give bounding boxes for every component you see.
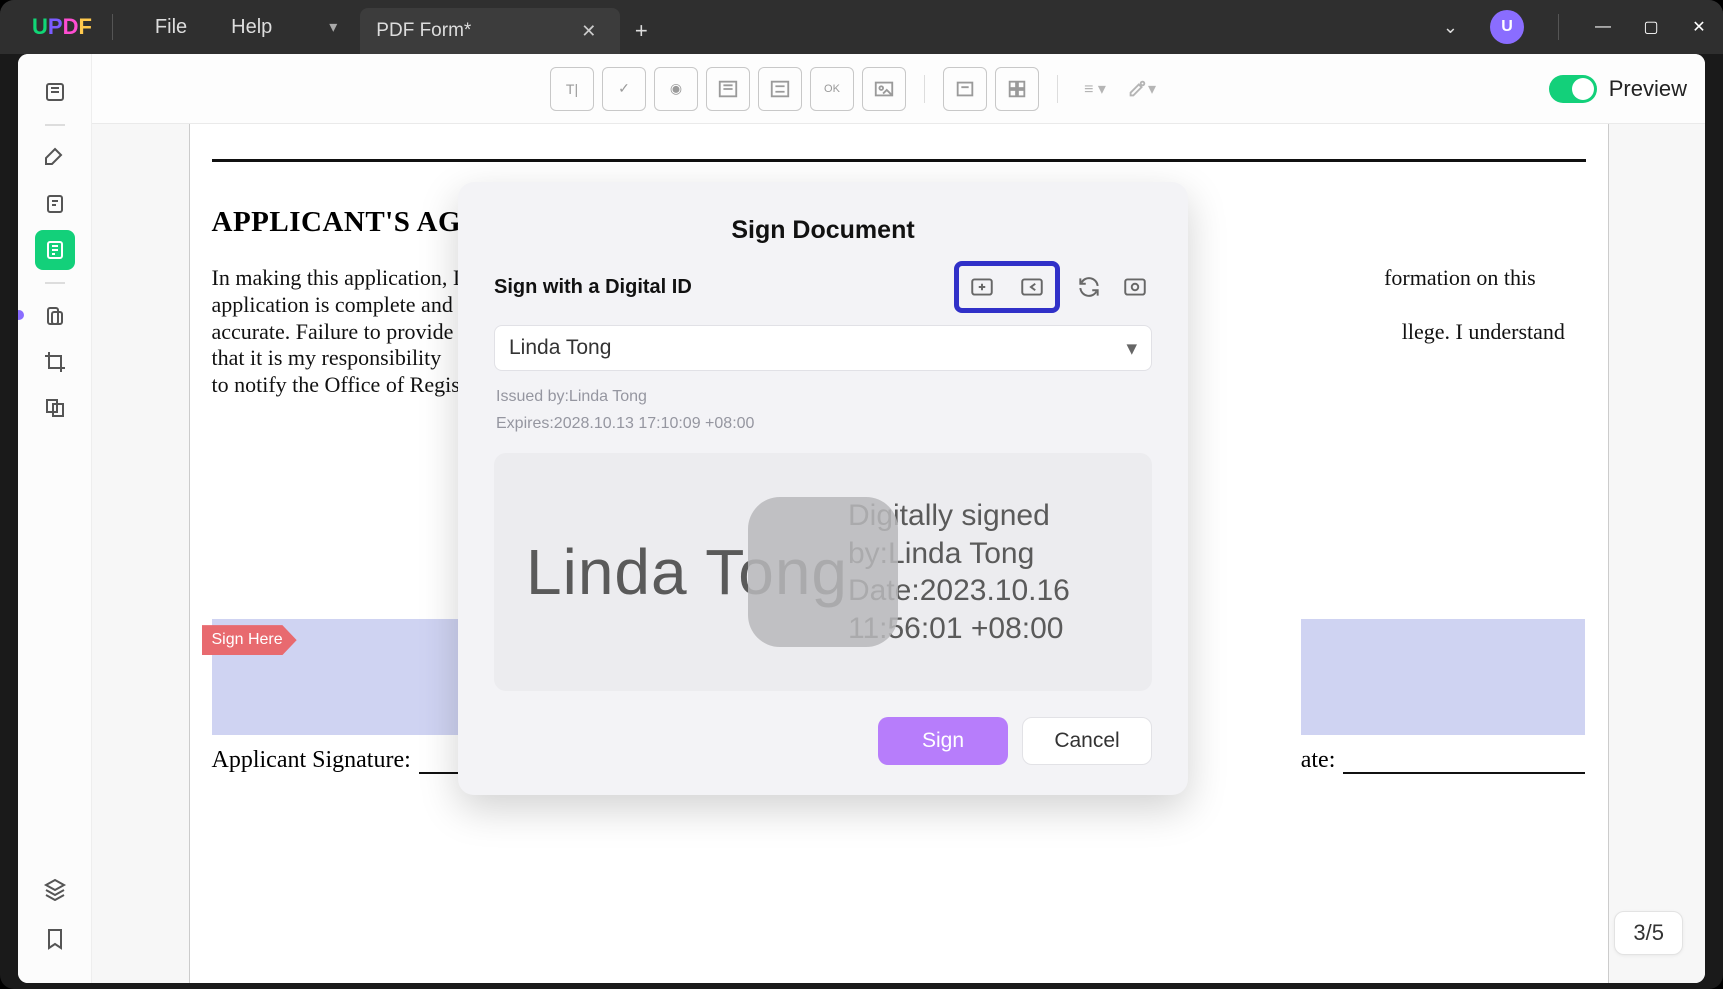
side-separator — [45, 124, 65, 126]
button-tool[interactable]: OK — [810, 67, 854, 111]
crop-icon[interactable] — [35, 342, 75, 382]
modal-subtitle: Sign with a Digital ID — [494, 276, 692, 299]
selected-id: Linda Tong — [509, 336, 611, 360]
layers-icon[interactable] — [35, 869, 75, 909]
tool-divider — [924, 75, 925, 103]
signature-line — [1343, 772, 1585, 774]
menu-help[interactable]: Help — [231, 16, 272, 39]
signature-preview: Linda Tong Digitally signed by:Linda Ton… — [494, 453, 1152, 691]
combo-tool[interactable] — [943, 67, 987, 111]
page-divider — [212, 124, 1586, 162]
import-id-icon[interactable] — [1015, 270, 1049, 304]
create-id-icon[interactable] — [965, 270, 999, 304]
digital-id-select[interactable]: Linda Tong — [494, 325, 1152, 371]
watermark-icon — [748, 497, 898, 647]
text-field-tool[interactable]: T| — [550, 67, 594, 111]
sign-here-badge: Sign Here — [202, 625, 297, 655]
side-separator — [45, 282, 65, 284]
modal-title: Sign Document — [494, 216, 1152, 245]
sign-button[interactable]: Sign — [878, 717, 1008, 765]
app-logo: UPDF — [32, 14, 92, 40]
sidebar-indicator-dot — [18, 310, 24, 320]
refresh-icon[interactable] — [1072, 270, 1106, 304]
chevron-down-icon[interactable]: ⌄ — [1425, 17, 1476, 38]
preview-label: Preview — [1609, 76, 1687, 102]
preview-toggle[interactable] — [1549, 75, 1597, 103]
expires: Expires:2028.10.13 17:10:09 +08:00 — [496, 410, 1150, 437]
ocr-icon[interactable] — [35, 296, 75, 336]
tab-close[interactable]: ✕ — [573, 17, 604, 46]
image-tool[interactable] — [862, 67, 906, 111]
window-close[interactable]: ✕ — [1675, 0, 1723, 54]
window-minimize[interactable]: — — [1579, 0, 1627, 54]
tool-divider — [1057, 75, 1058, 103]
window-maximize[interactable]: ▢ — [1627, 0, 1675, 54]
bookmark-icon[interactable] — [35, 919, 75, 959]
notes-icon[interactable] — [35, 184, 75, 224]
tools-dropdown[interactable]: ▾ — [1122, 67, 1160, 111]
list-tool[interactable] — [758, 67, 802, 111]
grid-tool[interactable] — [995, 67, 1039, 111]
divider — [1558, 14, 1559, 40]
align-dropdown[interactable]: ≡ ▾ — [1076, 67, 1114, 111]
id-source-highlight — [954, 261, 1060, 313]
date-label: ate: — [1301, 747, 1336, 774]
issued-by: Issued by:Linda Tong — [496, 383, 1150, 410]
menu-file[interactable]: File — [155, 16, 187, 39]
user-avatar[interactable]: U — [1490, 10, 1524, 44]
merge-icon[interactable] — [35, 388, 75, 428]
tab-active[interactable]: PDF Form* ✕ — [360, 8, 620, 54]
checkbox-tool[interactable]: ✓ — [602, 67, 646, 111]
signature-field-date[interactable] — [1301, 619, 1586, 735]
divider — [112, 14, 113, 40]
tab-dropdown[interactable]: ▾ — [312, 0, 354, 54]
dropdown-tool[interactable] — [706, 67, 750, 111]
sign-document-modal: Sign Document Sign with a Digital ID Lin… — [458, 182, 1188, 795]
form-icon[interactable] — [35, 230, 75, 270]
radio-tool[interactable]: ◉ — [654, 67, 698, 111]
page-counter[interactable]: 3/5 — [1614, 911, 1683, 955]
tab-add[interactable]: + — [620, 8, 662, 54]
tab-title: PDF Form* — [376, 20, 471, 42]
highlighter-icon[interactable] — [35, 138, 75, 178]
cancel-button[interactable]: Cancel — [1022, 717, 1152, 765]
applicant-signature-label: Applicant Signature: — [212, 747, 411, 774]
reveal-icon[interactable] — [1118, 270, 1152, 304]
reader-icon[interactable] — [35, 72, 75, 112]
